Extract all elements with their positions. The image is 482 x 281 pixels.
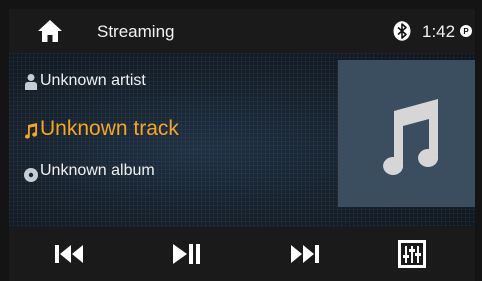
disc-icon xyxy=(23,165,39,183)
notification-p-icon: P xyxy=(460,25,472,37)
artist-name: Unknown artist xyxy=(40,72,146,89)
previous-button[interactable] xyxy=(52,241,86,267)
play-pause-button[interactable] xyxy=(169,241,203,267)
skip-next-icon xyxy=(291,245,319,263)
equalizer-button[interactable] xyxy=(397,239,427,269)
svg-text:P: P xyxy=(463,27,469,36)
bluetooth-icon xyxy=(393,21,411,41)
clock: 1:42 xyxy=(422,22,456,41)
track-name: Unknown track xyxy=(40,117,179,140)
music-note-icon xyxy=(23,122,39,140)
screen: Streaming 1:42 P Unknown artist Unknown … xyxy=(0,0,482,281)
album-art xyxy=(338,60,475,207)
now-playing-panel: Unknown artist Unknown track Unknown alb… xyxy=(9,53,475,227)
album-name: Unknown album xyxy=(40,162,155,179)
person-icon xyxy=(23,73,39,91)
status-bar: Streaming 1:42 P xyxy=(9,9,475,53)
equalizer-icon xyxy=(398,240,426,268)
play-pause-icon xyxy=(173,244,200,264)
app-title: Streaming xyxy=(97,22,175,41)
music-note-icon xyxy=(383,99,439,175)
next-button[interactable] xyxy=(288,241,322,267)
home-button[interactable] xyxy=(37,19,63,43)
home-icon xyxy=(38,20,62,42)
playback-controls xyxy=(9,227,475,281)
skip-previous-icon xyxy=(55,245,83,263)
